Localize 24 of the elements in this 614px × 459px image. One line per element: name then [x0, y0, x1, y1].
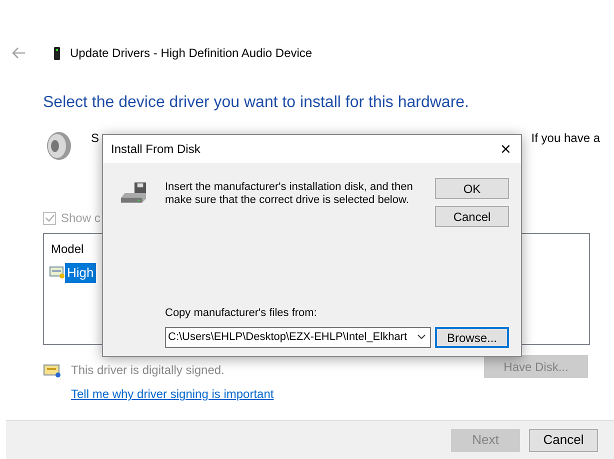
description-text: If you have a [531, 130, 600, 147]
browse-button[interactable]: Browse... [435, 326, 509, 348]
checkbox-label: Show c [61, 210, 100, 227]
dialog-button[interactable]: Cancel [435, 206, 509, 227]
path-combo-box[interactable]: C:\Users\EHLP\Desktop\EZX-EHLP\Intel_Elkhart [165, 326, 431, 348]
device-icon [54, 46, 60, 60]
dialog-title: Install From Disk [111, 141, 200, 158]
footer-button[interactable]: Cancel [529, 428, 598, 452]
dropdown-caret-icon [417, 334, 426, 340]
speaker-icon [45, 131, 73, 161]
dialog-message: Insert the manufacturer's installation disk, and then make sure that the correct drive is selected below. [164, 181, 414, 208]
page-heading: Select the device driver you want to install for this hardware. [43, 93, 470, 113]
signing-info-link[interactable]: Tell me why driver signing is important [71, 385, 274, 403]
certificate-icon [49, 266, 65, 280]
window-title: Update Drivers - High Definition Audio Device [70, 45, 312, 62]
back-arrow-icon[interactable] [12, 47, 26, 59]
model-item[interactable]: High [65, 263, 96, 282]
certificate-icon [43, 362, 61, 378]
description-text: S [91, 130, 100, 147]
close-button[interactable]: × [500, 140, 511, 158]
copy-from-label: Copy manufacturer's files from: [165, 306, 318, 321]
column-header: Model [51, 241, 85, 258]
signed-status-text: This driver is digitally signed. [71, 362, 224, 379]
dialog-button[interactable]: OK [435, 178, 509, 199]
